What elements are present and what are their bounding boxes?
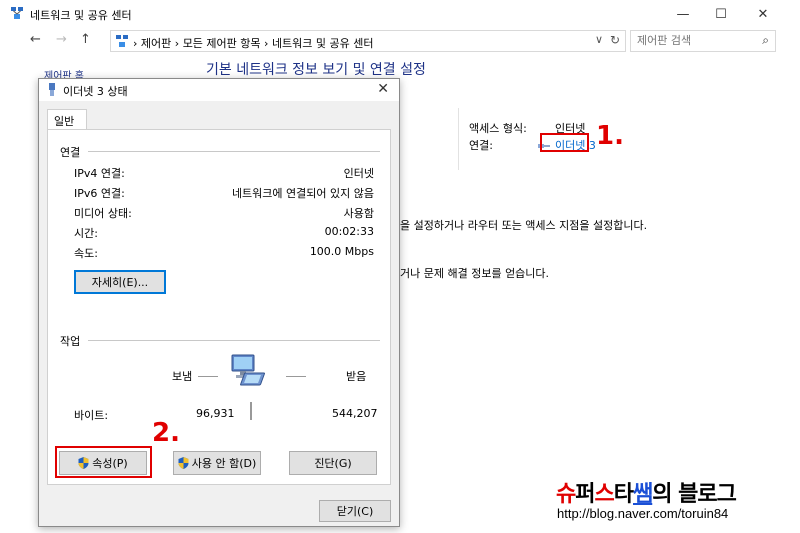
blog-url: http://blog.naver.com/toruin84 — [557, 506, 729, 521]
general-panel: 연결 IPv4 연결: 인터넷 IPv6 연결: 네트워크에 연결되어 있지 않… — [47, 129, 391, 485]
received-label: 받음 — [346, 370, 367, 383]
ipv6-value: 네트워크에 연결되어 있지 않음 — [231, 187, 374, 200]
search-box[interactable]: ⌕ — [630, 30, 776, 52]
watermark-part: 스 — [594, 482, 615, 507]
media-state-value: 사용함 — [343, 207, 374, 220]
disable-button[interactable]: 사용 안 함(D) — [173, 451, 261, 475]
back-button[interactable]: ← — [30, 32, 41, 47]
diagnose-button[interactable]: 진단(G) — [289, 451, 377, 475]
watermark-part: 퍼 — [575, 482, 595, 507]
page-title: 기본 네트워크 정보 보기 및 연결 설정 — [206, 62, 426, 78]
uac-shield-icon — [178, 457, 189, 469]
breadcrumb-network-center[interactable]: 네트워크 및 공유 센터 — [272, 37, 374, 50]
details-button[interactable]: 자세히(E)... — [74, 270, 166, 294]
dialog-close-icon[interactable]: ✕ — [377, 81, 389, 97]
breadcrumb-separator: › — [133, 37, 138, 50]
forward-button[interactable]: → — [56, 32, 67, 47]
up-button[interactable]: ↑ — [80, 32, 91, 47]
duration-value: 00:02:33 — [324, 225, 374, 238]
annotation-number-1: 1. — [596, 121, 624, 151]
close-window-button[interactable]: ✕ — [740, 0, 786, 28]
troubleshoot-text: 거나 문제 해결 정보를 얻습니다. — [400, 267, 550, 280]
close-button[interactable]: 닫기(C) — [319, 500, 391, 522]
main-titlebar: 네트워크 및 공유 센터 — ☐ ✕ — [0, 0, 800, 28]
network-computers-icon — [231, 354, 265, 386]
address-box[interactable]: › 제어판 › 모든 제어판 항목 › 네트워크 및 공유 센터 ∨ ↻ — [110, 30, 626, 52]
chevron-down-icon[interactable]: ∨ — [595, 33, 603, 46]
setup-connection-text: 을 설정하거나 라우터 또는 액세스 지점을 설정합니다. — [400, 219, 648, 232]
control-panel-icon — [116, 35, 128, 47]
annotation-box-1 — [540, 133, 589, 152]
annotation-box-2 — [55, 446, 152, 478]
speed-label: 속도: — [74, 247, 98, 260]
watermark-part: 슈 — [556, 482, 576, 507]
ipv6-label: IPv6 연결: — [74, 187, 125, 200]
breadcrumb-all-items[interactable]: 모든 제어판 항목 — [183, 37, 261, 50]
disable-button-label: 사용 안 함(D) — [191, 457, 257, 470]
bytes-received: 544,207 — [332, 407, 378, 420]
received-line — [286, 376, 306, 377]
duration-label: 시간: — [74, 227, 98, 240]
blog-watermark: 슈퍼스타쌤의 블로그 — [556, 476, 737, 508]
ethernet-plug-icon — [49, 83, 55, 96]
sent-label: 보냄 — [172, 370, 193, 383]
watermark-part: 쌤 — [633, 482, 653, 507]
ipv4-label: IPv4 연결: — [74, 167, 125, 180]
bytes-label: 바이트: — [74, 409, 109, 422]
breadcrumb-control-panel[interactable]: 제어판 — [141, 37, 171, 50]
watermark-part: 의 블로그 — [652, 482, 737, 507]
annotation-number-2: 2. — [152, 418, 180, 448]
dialog-title: 이더넷 3 상태 — [63, 85, 128, 98]
tab-general[interactable]: 일반 — [47, 109, 87, 130]
connection-group-label: 연결 — [60, 146, 81, 159]
activity-group-label: 작업 — [60, 335, 81, 348]
sent-line — [198, 376, 218, 377]
refresh-icon[interactable]: ↻ — [610, 33, 620, 47]
speed-value: 100.0 Mbps — [309, 245, 374, 258]
watermark-part: 타 — [613, 482, 634, 507]
breadcrumb-separator: › — [264, 37, 269, 50]
search-input[interactable] — [637, 34, 747, 47]
activity-divider — [250, 402, 252, 420]
divider — [88, 151, 380, 152]
divider — [88, 340, 380, 341]
breadcrumb: › 제어판 › 모든 제어판 항목 › 네트워크 및 공유 센터 — [133, 35, 374, 51]
bytes-sent: 96,931 — [196, 407, 235, 420]
network-center-icon — [11, 7, 23, 19]
media-state-label: 미디어 상태: — [74, 207, 132, 220]
dialog-titlebar: 이더넷 3 상태 ✕ — [39, 79, 399, 101]
search-icon[interactable]: ⌕ — [762, 33, 769, 48]
breadcrumb-separator: › — [174, 37, 180, 50]
address-bar-row: ← → ↑ › 제어판 › 모든 제어판 항목 › 네트워크 및 공유 센터 ∨… — [0, 28, 800, 54]
maximize-button[interactable]: ☐ — [698, 0, 744, 28]
access-type-label: 액세스 형식: — [469, 122, 527, 135]
window-title: 네트워크 및 공유 센터 — [30, 9, 132, 22]
ipv4-value: 인터넷 — [343, 167, 374, 180]
